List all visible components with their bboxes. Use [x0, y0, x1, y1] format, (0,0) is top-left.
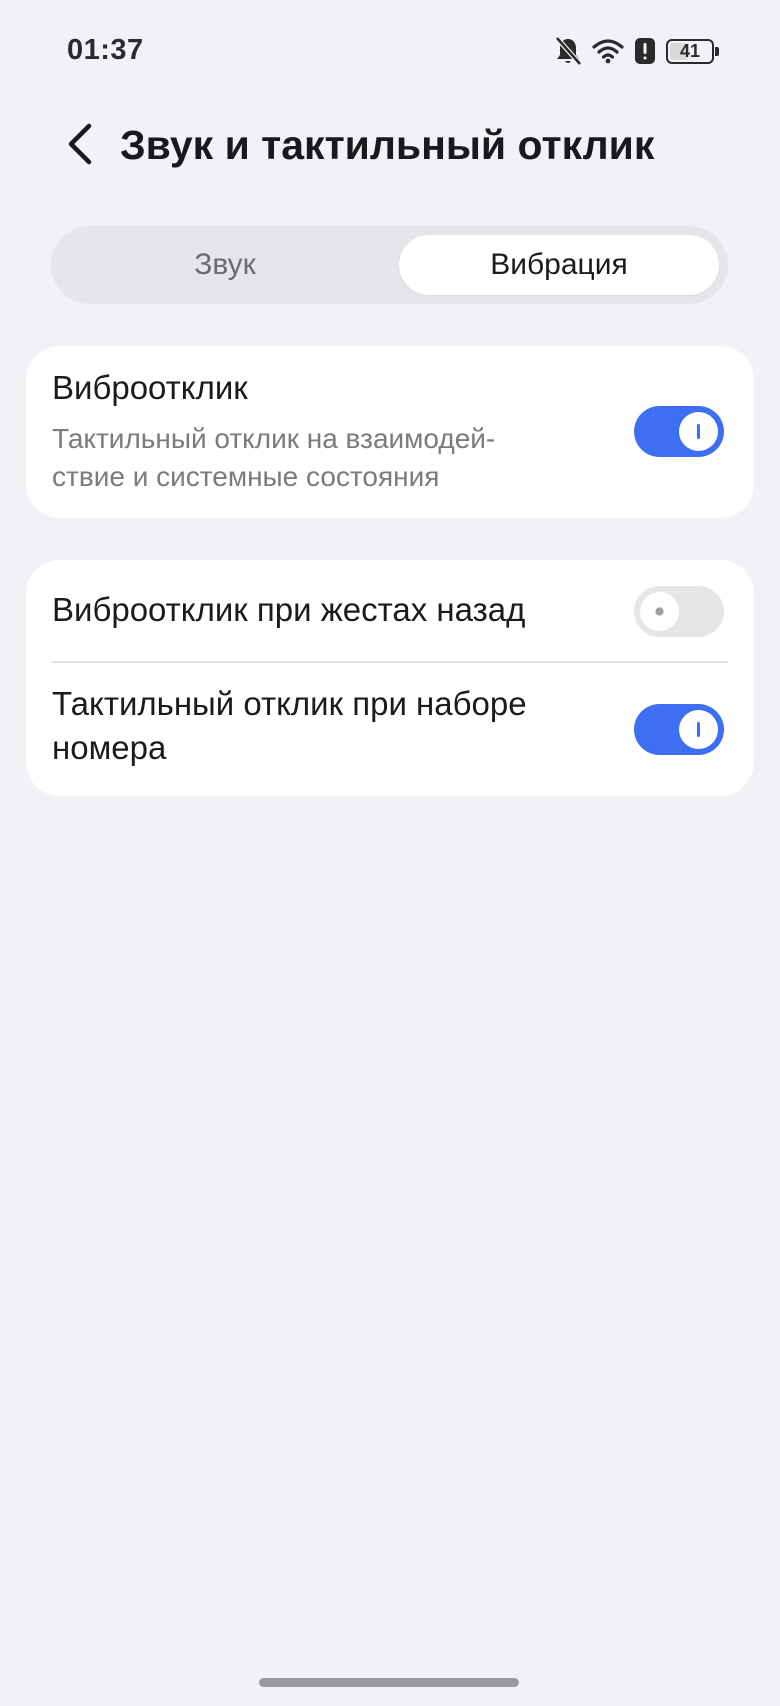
back-gesture-haptic-row[interactable]: Виброотклик при жестах назад: [26, 560, 754, 661]
status-time: 01:37: [67, 34, 144, 66]
back-gesture-haptic-title: Виброотклик при жестах назад: [52, 591, 526, 628]
home-indicator[interactable]: [259, 1678, 519, 1687]
dialpad-haptic-title-line1: Тактильный отклик при наборе: [52, 685, 527, 722]
page-title: Звук и тактильный отклик: [120, 122, 655, 168]
alert-icon: [634, 37, 656, 65]
battery-level: 41: [679, 40, 701, 61]
haptic-feedback-card: Виброотклик Тактильный отклик на взаимод…: [26, 346, 754, 518]
dialpad-haptic-title-line2: номера: [52, 729, 167, 766]
haptic-feedback-toggle[interactable]: [634, 406, 724, 457]
back-gesture-haptic-toggle[interactable]: [634, 586, 724, 637]
toggle-knob: [679, 412, 718, 451]
haptic-feedback-subtitle-line1: Тактильный отклик на взаимодей-: [52, 423, 496, 454]
toggle-on-mark: [697, 722, 700, 737]
battery-icon: 41: [666, 38, 719, 64]
bell-off-icon: [554, 36, 582, 66]
toggle-on-mark: [697, 424, 700, 439]
header: Звук и тактильный отклик: [0, 100, 780, 192]
back-button[interactable]: [50, 116, 110, 176]
haptic-feedback-subtitle-line2: ствие и системные состояния: [52, 461, 440, 492]
toggle-knob: [679, 710, 718, 749]
wifi-icon: [592, 38, 624, 64]
status-bar: 01:37 41: [0, 0, 780, 100]
chevron-left-icon: [65, 122, 95, 171]
tab-vibration[interactable]: Вибрация: [399, 235, 719, 295]
toggle-off-mark: [655, 607, 664, 616]
screen: 01:37 41 Звук и тактильный отклик Звук В…: [0, 0, 780, 1706]
tab-bar: Звук Вибрация: [51, 226, 728, 304]
dialpad-haptic-toggle[interactable]: [634, 704, 724, 755]
haptic-feedback-title: Виброотклик: [52, 369, 248, 406]
gesture-haptic-card: Виброотклик при жестах назад Тактильный …: [26, 560, 754, 796]
dialpad-haptic-row[interactable]: Тактильный отклик при наборе номера: [26, 662, 754, 796]
haptic-feedback-row[interactable]: Виброотклик Тактильный отклик на взаимод…: [26, 346, 754, 518]
tab-sound[interactable]: Звук: [60, 235, 390, 295]
toggle-knob: [640, 592, 679, 631]
status-icons: 41: [554, 34, 719, 68]
